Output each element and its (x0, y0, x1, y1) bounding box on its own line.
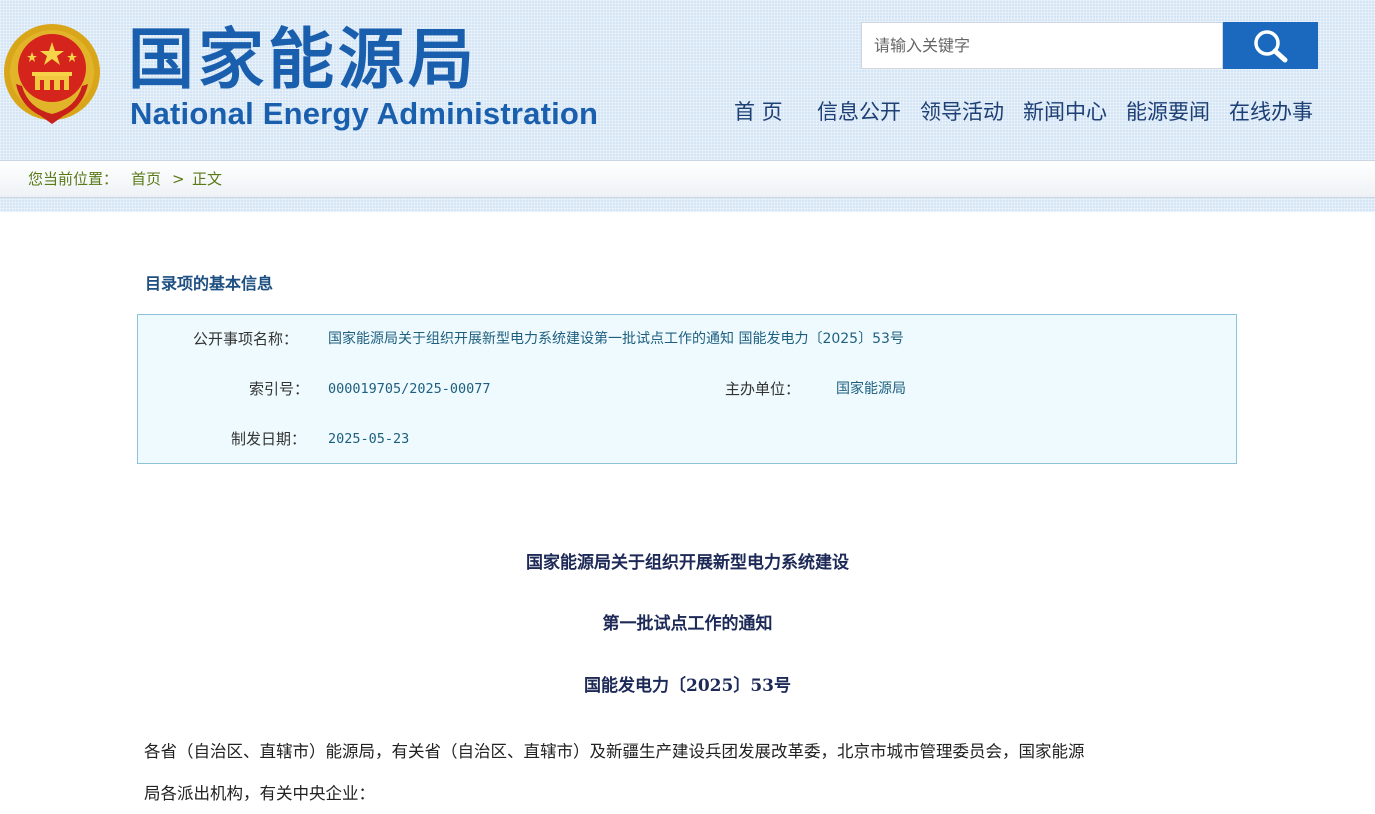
search-input[interactable] (861, 22, 1223, 69)
nav-item-online-services[interactable]: 在线办事 (1229, 96, 1313, 128)
breadcrumb-home-link[interactable]: 首页 (131, 161, 161, 197)
info-date-value: 2025-05-23 (328, 431, 410, 447)
article-doc-number: 国能发电力〔2025〕53号 (584, 676, 791, 696)
info-table: 公开事项名称： 国家能源局关于组织开展新型电力系统建设第一批试点工作的通知 国能… (137, 314, 1237, 464)
info-index-label: 索引号： (249, 380, 310, 398)
national-emblem-icon[interactable] (2, 22, 102, 126)
info-name-value: 国家能源局关于组织开展新型电力系统建设第一批试点工作的通知 国能发电力〔2025… (328, 331, 904, 347)
info-index-value: 000019705/2025-00077 (328, 381, 491, 397)
article-title-line-1: 国家能源局关于组织开展新型电力系统建设 (526, 553, 849, 573)
breadcrumb-separator: > (172, 170, 185, 188)
nav-item-news-center[interactable]: 新闻中心 (1023, 96, 1107, 128)
search-icon (1253, 29, 1287, 62)
breadcrumb-current: 正文 (192, 170, 223, 188)
info-org-value: 国家能源局 (836, 381, 906, 397)
breadcrumb-prefix: 您当前位置： (28, 170, 119, 188)
article-body-line-2: 局各派出机构，有关中央企业： (144, 784, 375, 803)
nav-item-info-disclosure[interactable]: 信息公开 (817, 96, 901, 128)
info-name-label: 公开事项名称： (193, 330, 299, 348)
info-section-title: 目录项的基本信息 (145, 274, 274, 293)
site-header: 国家能源局 National Energy Administration 首 页… (0, 0, 1375, 160)
article-title-line-2: 第一批试点工作的通知 (602, 614, 773, 634)
breadcrumb: 您当前位置： 首页 > 正文 (0, 160, 1375, 198)
nav-item-energy-news[interactable]: 能源要闻 (1126, 96, 1210, 128)
article-body: 各省（自治区、直辖市）能源局，有关省（自治区、直辖市）及新疆生产建设兵团发展改革… (144, 731, 1234, 814)
site-name-cn[interactable]: 国家能源局 (128, 20, 478, 100)
info-org-label: 主办单位： (725, 380, 801, 398)
info-date-label: 制发日期： (231, 430, 307, 448)
search-button[interactable] (1223, 22, 1318, 69)
decorative-strip (0, 198, 1375, 212)
nav-item-leadership[interactable]: 领导活动 (920, 96, 1004, 128)
site-name-en[interactable]: National Energy Administration (130, 96, 598, 132)
article-body-line-1: 各省（自治区、直辖市）能源局，有关省（自治区、直辖市）及新疆生产建设兵团发展改革… (144, 742, 1085, 761)
nav-item-home[interactable]: 首 页 (734, 96, 783, 128)
